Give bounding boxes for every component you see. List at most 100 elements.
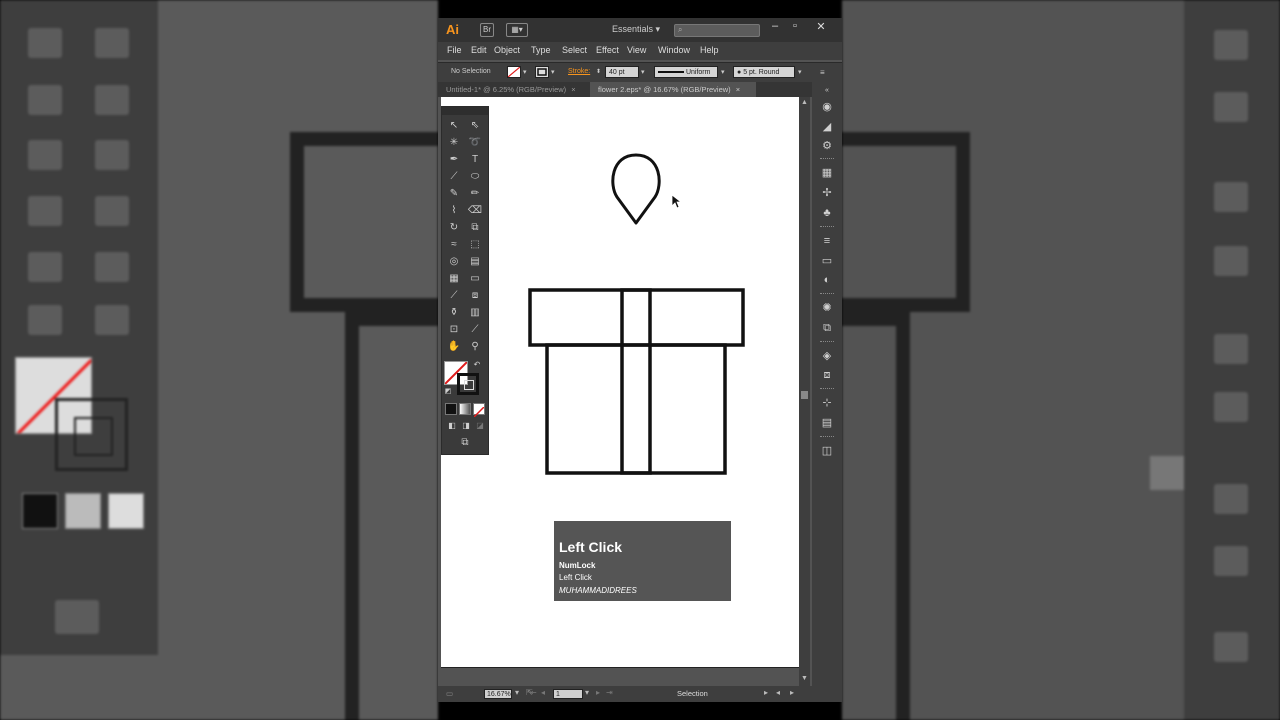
lasso-tool-icon[interactable]: ➰ <box>466 136 484 150</box>
menu-help[interactable]: Help <box>700 45 719 55</box>
default-colors-icon[interactable]: ◩ <box>439 385 457 399</box>
scroll-right-arrow[interactable]: ▸ <box>790 688 794 697</box>
pathfinder-icon[interactable]: ◫ <box>820 444 834 458</box>
warp-tool-icon[interactable]: ≈ <box>445 238 463 252</box>
stroke-label[interactable]: Stroke: <box>568 68 590 75</box>
gradient-panel-icon[interactable]: ▭ <box>820 254 834 268</box>
stroke-panel-icon[interactable]: ≡ <box>820 234 834 248</box>
menu-window[interactable]: Window <box>658 45 690 55</box>
zoom-dropdown[interactable]: ▾ <box>515 688 519 697</box>
fill-color-picker[interactable] <box>507 66 521 78</box>
brush-dropdown[interactable]: ▾ <box>798 68 802 76</box>
tab-flower-2[interactable]: flower 2.eps* @ 16.67% (RGB/Preview) × <box>590 82 756 97</box>
artboard-tool-icon[interactable]: ⊡ <box>445 323 463 337</box>
scroll-left-arrow[interactable]: ◂ <box>776 688 780 697</box>
fill-dropdown[interactable]: ▾ <box>523 68 527 76</box>
status-menu-arrow[interactable]: ▸ <box>764 688 768 697</box>
ellipse-tool-icon[interactable]: ⬭ <box>466 170 484 184</box>
search-input[interactable]: ⌕ <box>674 24 760 37</box>
pencil-tool-icon[interactable]: ✏ <box>466 187 484 201</box>
pen-tool-icon[interactable]: ✒ <box>445 153 463 167</box>
scroll-thumb[interactable] <box>801 391 808 399</box>
vertical-scrollbar[interactable]: ▲ ▼ <box>799 97 810 686</box>
variable-width-profile[interactable]: Uniform <box>654 66 718 78</box>
swatches-icon[interactable]: ▦ <box>820 166 834 180</box>
gradient-tool-icon[interactable]: ▭ <box>466 272 484 286</box>
menu-type[interactable]: Type <box>531 45 551 55</box>
line-tool-icon[interactable]: ⟋ <box>445 170 463 184</box>
align-icon[interactable]: ▤ <box>820 416 834 430</box>
tools-panel-header[interactable] <box>442 107 488 115</box>
workspace-switcher[interactable]: Essentials ▾ <box>612 24 660 35</box>
profile-dropdown[interactable]: ▾ <box>721 68 725 76</box>
magic-wand-tool-icon[interactable]: ✳ <box>445 136 463 150</box>
selection-tool-icon[interactable]: ↖ <box>445 119 463 133</box>
hand-tool-icon[interactable]: ✋ <box>445 340 463 354</box>
blob-brush-tool-icon[interactable]: ⌇ <box>445 204 463 218</box>
close-icon[interactable]: × <box>736 85 740 94</box>
artboard-number-field[interactable]: 1 <box>553 689 583 699</box>
menu-object[interactable]: Object <box>494 45 520 55</box>
balloon-drop-shape[interactable] <box>611 153 661 225</box>
scale-tool-icon[interactable]: ⧉ <box>466 221 484 235</box>
gift-ribbon[interactable] <box>620 288 652 475</box>
prev-artboard-button[interactable]: ◂ <box>541 688 545 697</box>
gradient-mode-button[interactable] <box>459 403 471 415</box>
zoom-field[interactable]: 16.67% <box>484 689 512 699</box>
zoom-tool-icon[interactable]: ⚲ <box>466 340 484 354</box>
eyedropper-tool-icon[interactable]: ⟋ <box>445 289 463 303</box>
first-artboard-button[interactable]: ⇤ <box>530 688 537 697</box>
kuler-icon[interactable]: ⚙ <box>820 139 834 153</box>
slice-tool-icon[interactable]: ⟋ <box>466 323 484 337</box>
none-mode-button[interactable] <box>473 403 485 418</box>
blend-tool-icon[interactable]: ⧈ <box>466 289 484 303</box>
eraser-tool-icon[interactable]: ⌫ <box>466 204 484 218</box>
bridge-button[interactable]: Br <box>480 23 494 37</box>
stroke-dropdown[interactable]: ▾ <box>551 68 555 76</box>
screen-mode-icon[interactable]: ⧉ <box>456 436 474 450</box>
transform-icon[interactable]: ⊹ <box>820 396 834 410</box>
close-button[interactable]: ✕ <box>812 20 830 33</box>
collapse-icon[interactable]: « <box>820 84 834 98</box>
menu-select[interactable]: Select <box>562 45 587 55</box>
free-transform-tool-icon[interactable]: ⬚ <box>466 238 484 252</box>
type-tool-icon[interactable]: T <box>466 153 484 167</box>
symbol-sprayer-tool-icon[interactable]: ⚱ <box>445 306 463 320</box>
draw-inside-icon[interactable]: ◪ <box>471 419 489 433</box>
gift-body[interactable] <box>545 343 727 475</box>
stroke-color-picker[interactable] <box>535 66 549 78</box>
menu-effect[interactable]: Effect <box>596 45 619 55</box>
last-artboard-button[interactable]: ⇥ <box>606 688 613 697</box>
mesh-tool-icon[interactable]: ▦ <box>445 272 463 286</box>
panel-menu-icon[interactable]: ≡ <box>820 68 825 77</box>
gift-lid[interactable] <box>528 288 745 347</box>
perspective-grid-tool-icon[interactable]: ▤ <box>466 255 484 269</box>
appearance-icon[interactable]: ✺ <box>820 301 834 315</box>
menu-edit[interactable]: Edit <box>471 45 487 55</box>
symbols-icon[interactable]: ♣ <box>820 206 834 220</box>
menu-file[interactable]: File <box>447 45 462 55</box>
scroll-up-arrow[interactable]: ▲ <box>801 99 808 106</box>
color-panel-icon[interactable]: ◉ <box>820 100 834 114</box>
paintbrush-tool-icon[interactable]: ✎ <box>445 187 463 201</box>
direct-selection-tool-icon[interactable]: ⇖ <box>466 119 484 133</box>
stroke-weight-dropdown[interactable]: ▾ <box>641 68 645 76</box>
stroke-swatch[interactable] <box>457 373 479 395</box>
artboard-dropdown[interactable]: ▾ <box>585 688 589 697</box>
layers-icon[interactable]: ◈ <box>820 349 834 363</box>
arrange-documents-button[interactable]: ▦▾ <box>506 23 528 37</box>
swap-fill-stroke-icon[interactable]: ↶ <box>468 358 486 372</box>
maximize-button[interactable]: ▫ <box>786 20 804 32</box>
rotate-tool-icon[interactable]: ↻ <box>445 221 463 235</box>
brush-definition[interactable]: ● 5 pt. Round <box>733 66 795 78</box>
color-guide-icon[interactable]: ◢ <box>820 120 834 134</box>
graphic-styles-icon[interactable]: ⧉ <box>820 321 834 335</box>
artboards-icon[interactable]: ⧈ <box>820 368 834 382</box>
transparency-icon[interactable]: ◐ <box>820 273 834 287</box>
tab-untitled-1[interactable]: Untitled-1* @ 6.25% (RGB/Preview) × <box>438 82 590 97</box>
stroke-weight-field[interactable]: 40 pt <box>605 66 639 78</box>
close-icon[interactable]: × <box>571 85 575 94</box>
color-mode-button[interactable] <box>445 403 457 415</box>
next-artboard-button[interactable]: ▸ <box>596 688 600 697</box>
minimize-button[interactable]: – <box>766 20 784 32</box>
